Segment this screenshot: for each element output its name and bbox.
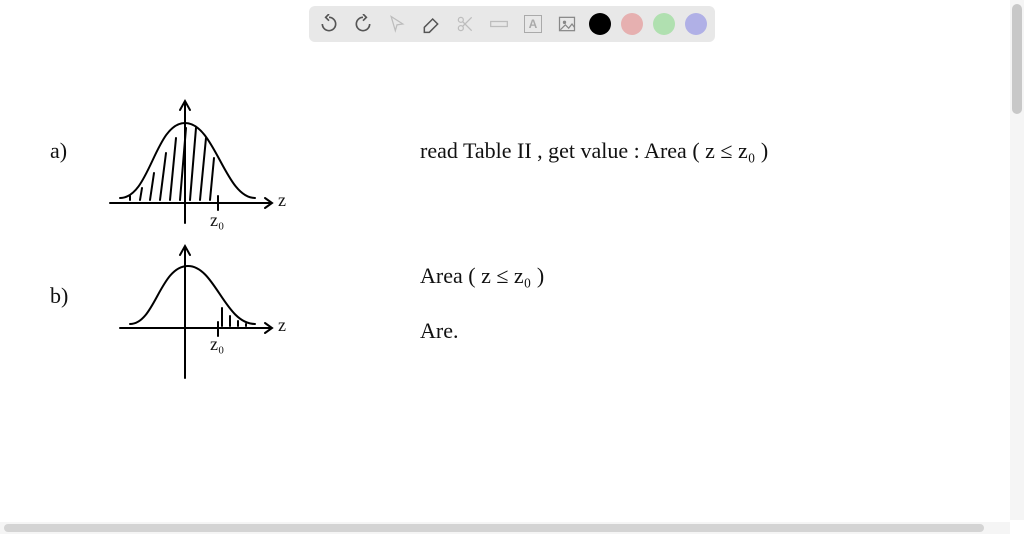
sketch-b bbox=[120, 246, 272, 378]
sketch-b-axis-label: z bbox=[278, 315, 286, 335]
horizontal-scroll-thumb[interactable] bbox=[4, 524, 984, 532]
ruler-button[interactable] bbox=[487, 12, 511, 36]
color-swatch-black[interactable] bbox=[589, 13, 611, 35]
toolbar: A bbox=[309, 6, 715, 42]
part-b-label: b) bbox=[50, 283, 68, 308]
sketch-a-axis-label: z bbox=[278, 190, 286, 210]
undo-button[interactable] bbox=[317, 12, 341, 36]
part-a-label: a) bbox=[50, 138, 67, 163]
eraser-icon bbox=[421, 14, 441, 34]
part-a-text: read Table II , get value : Area ( z ≤ z… bbox=[420, 138, 768, 163]
sketch-a-tick-label: z₀ bbox=[210, 210, 224, 230]
redo-icon bbox=[353, 14, 373, 34]
image-button[interactable] bbox=[555, 12, 579, 36]
color-swatch-green[interactable] bbox=[653, 13, 675, 35]
ruler-icon bbox=[489, 14, 509, 34]
sketch-a bbox=[110, 101, 272, 223]
part-b-line1: Area ( z ≤ z₀ ) bbox=[420, 263, 544, 288]
vertical-scrollbar[interactable] bbox=[1010, 0, 1024, 520]
sketch-b-tick-label: z₀ bbox=[210, 334, 224, 354]
color-swatch-pink[interactable] bbox=[621, 13, 643, 35]
scissors-button[interactable] bbox=[453, 12, 477, 36]
text-icon: A bbox=[524, 15, 542, 33]
pointer-icon bbox=[387, 14, 407, 34]
undo-icon bbox=[319, 14, 339, 34]
redo-button[interactable] bbox=[351, 12, 375, 36]
text-button[interactable]: A bbox=[521, 12, 545, 36]
handwriting-layer: a) z z₀ read Table II , get value bbox=[0, 48, 1008, 520]
whiteboard-canvas[interactable]: a) z z₀ read Table II , get value bbox=[0, 48, 1008, 520]
horizontal-scrollbar[interactable] bbox=[0, 522, 1010, 534]
image-icon bbox=[557, 14, 577, 34]
scissors-icon bbox=[455, 14, 475, 34]
vertical-scroll-thumb[interactable] bbox=[1012, 4, 1022, 114]
pointer-button[interactable] bbox=[385, 12, 409, 36]
color-swatch-blue[interactable] bbox=[685, 13, 707, 35]
part-b-line2: Are. bbox=[420, 318, 458, 343]
eraser-button[interactable] bbox=[419, 12, 443, 36]
